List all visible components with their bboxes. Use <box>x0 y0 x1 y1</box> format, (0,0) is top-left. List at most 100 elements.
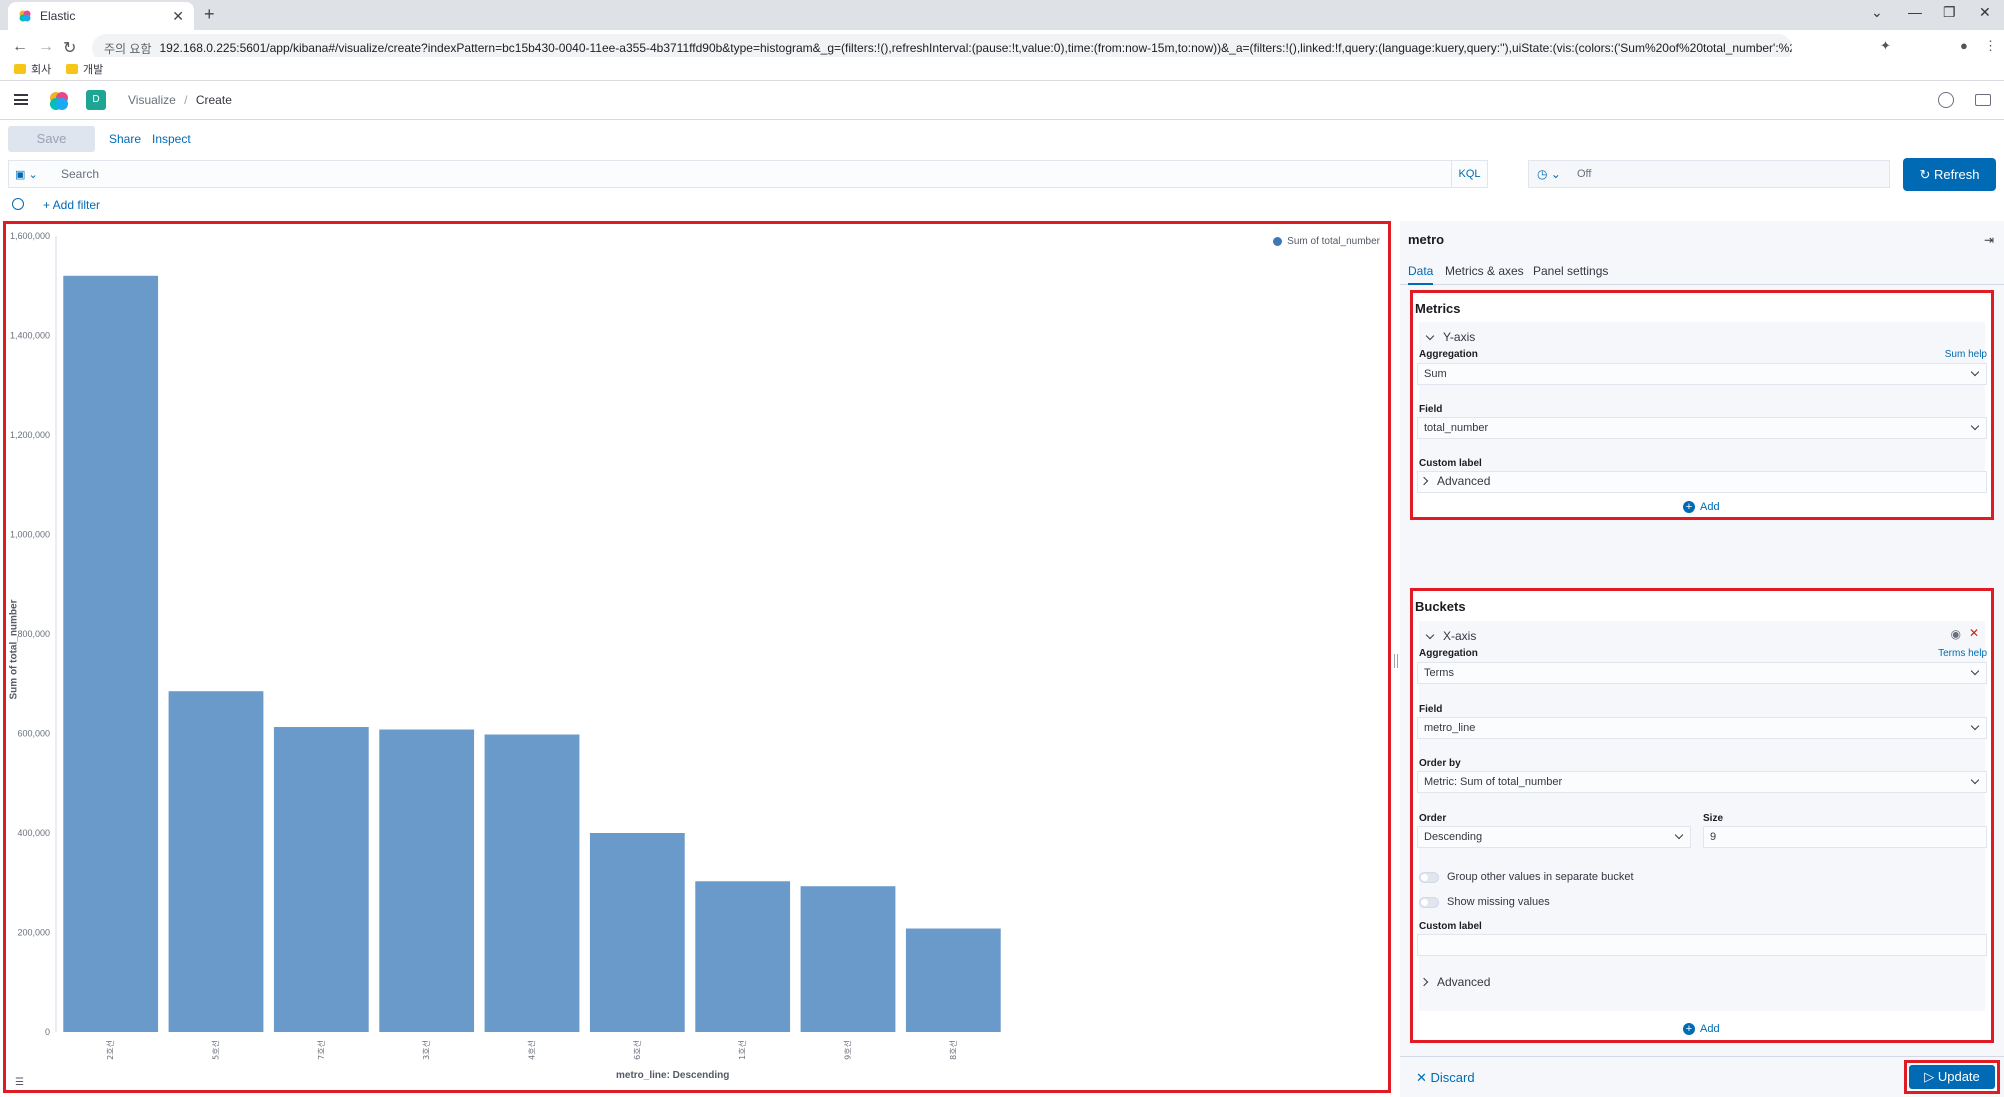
chart-legend[interactable]: Sum of total_number <box>1273 236 1380 247</box>
y-tick-label: 400,000 <box>17 828 50 838</box>
aggregation-select[interactable]: Sum <box>1417 363 1987 385</box>
security-warning[interactable]: 주의 요함 <box>104 40 152 57</box>
legend-color-dot <box>1273 237 1283 246</box>
inspect-link[interactable]: Inspect <box>152 132 191 146</box>
custom-label-input[interactable] <box>1417 934 1987 956</box>
browser-tab[interactable]: Elastic ✕ <box>8 2 194 30</box>
x-tick-label: 6호선 <box>633 1040 642 1060</box>
chart-panel: 0 200,000 400,000 600,000 800,000 1,000,000 1,… <box>3 221 1391 1093</box>
restore-icon[interactable]: ❐ <box>1943 4 1956 21</box>
elastic-logo-icon[interactable] <box>48 90 70 112</box>
bar[interactable] <box>589 833 685 1032</box>
plus-icon: + <box>1683 1023 1695 1035</box>
order-select[interactable]: Descending <box>1417 826 1691 848</box>
panel-resize-handle[interactable] <box>1394 654 1398 668</box>
saved-query-icon[interactable]: ▣ ⌄ <box>15 168 38 181</box>
refresh-button[interactable]: ↻ Refresh <box>1903 158 1996 191</box>
tab-metrics-axes[interactable]: Metrics & axes <box>1445 264 1524 278</box>
eye-icon[interactable]: ◉ <box>1951 627 1961 641</box>
aggregation-label: Aggregation <box>1419 648 1478 659</box>
forward-icon[interactable]: → <box>38 38 54 56</box>
bar-chart: 0 200,000 400,000 600,000 800,000 1,000,000 1,… <box>10 231 1001 1060</box>
extensions-icon[interactable]: ✦ <box>1880 38 1891 54</box>
discard-button[interactable]: ✕ Discard <box>1416 1070 1475 1086</box>
url-text: 192.168.0.225:5601/app/kibana#/visualize… <box>159 41 1793 55</box>
new-tab-button[interactable]: + <box>204 4 215 25</box>
x-axis-toggle[interactable]: X-axis <box>1425 629 1476 643</box>
update-button[interactable]: ▷ Update <box>1909 1065 1995 1089</box>
breadcrumb-visualize[interactable]: Visualize <box>128 93 176 107</box>
folder-icon <box>14 64 26 74</box>
y-tick-label: 200,000 <box>17 928 50 938</box>
tab-data[interactable]: Data <box>1408 264 1434 285</box>
field-select[interactable]: metro_line <box>1417 717 1987 739</box>
clock-icon[interactable]: ◷ ⌄ <box>1537 167 1561 181</box>
close-tab-icon[interactable]: ✕ <box>172 8 184 25</box>
terms-help-link[interactable]: Terms help <box>1938 648 1987 659</box>
add-metric-button[interactable]: + Add <box>1683 501 1720 513</box>
y-axis-agg: Y-axis <box>1419 322 1985 493</box>
bar[interactable] <box>905 928 1001 1032</box>
add-bucket-button[interactable]: + Add <box>1683 1023 1720 1035</box>
bookmark-folder-dev[interactable]: 개발 <box>66 61 103 77</box>
plus-icon: + <box>1683 501 1695 513</box>
close-window-icon[interactable]: ✕ <box>1979 4 1991 21</box>
advanced-toggle[interactable]: Advanced <box>1419 975 1490 989</box>
y-tick-label: 600,000 <box>17 729 50 739</box>
sum-help-link[interactable]: Sum help <box>1945 349 1987 360</box>
legend-toggle-icon[interactable]: ☰ <box>15 1077 27 1088</box>
mail-icon[interactable] <box>1975 94 1991 106</box>
save-button[interactable]: Save <box>8 126 95 152</box>
group-other-toggle[interactable] <box>1419 871 1439 883</box>
search-input[interactable]: Search <box>61 167 99 181</box>
profile-icon[interactable]: ● <box>1960 38 1968 53</box>
y-tick-label: 1,000,000 <box>10 530 50 540</box>
bar[interactable] <box>695 881 791 1032</box>
bookmark-folder-company[interactable]: 회사 <box>14 61 51 77</box>
aggregation-select[interactable]: Terms <box>1417 662 1987 684</box>
bar[interactable] <box>273 727 369 1032</box>
bar[interactable] <box>484 734 580 1032</box>
space-avatar[interactable]: D <box>86 90 106 110</box>
x-tick-label: 7호선 <box>317 1040 326 1060</box>
kql-toggle-button[interactable]: KQL <box>1451 161 1487 187</box>
tab-panel-settings[interactable]: Panel settings <box>1533 264 1608 278</box>
refresh-icon: ↻ <box>1919 167 1934 182</box>
chevron-down-icon <box>1970 367 1980 377</box>
bar[interactable] <box>168 691 264 1032</box>
size-label: Size <box>1703 813 1724 824</box>
field-select[interactable]: total_number <box>1417 417 1987 439</box>
refresh-interval-picker[interactable]: ◷ ⌄ Off <box>1528 160 1890 188</box>
help-icon[interactable] <box>1938 92 1954 108</box>
minimize-icon[interactable]: — <box>1908 4 1922 20</box>
reload-icon[interactable]: ↻ <box>63 38 76 58</box>
y-tick-label: 1,200,000 <box>10 430 50 440</box>
collapse-sidebar-icon[interactable]: ⇥ <box>1984 233 1994 247</box>
chevron-down-icon <box>1970 721 1980 731</box>
remove-icon[interactable]: ✕ <box>1969 626 1979 640</box>
order-label: Order <box>1419 813 1447 824</box>
bar[interactable] <box>63 275 159 1032</box>
more-menu-icon[interactable]: ⋮ <box>1984 38 1997 54</box>
back-icon[interactable]: ← <box>12 38 28 56</box>
index-pattern-title: metro <box>1408 232 1445 247</box>
y-tick-label: 800,000 <box>17 629 50 639</box>
bar[interactable] <box>379 729 475 1032</box>
order-by-label: Order by <box>1419 758 1461 769</box>
y-axis-toggle[interactable]: Y-axis <box>1425 330 1475 344</box>
add-filter-button[interactable]: + Add filter <box>43 198 100 212</box>
browser-tab-title: Elastic <box>40 9 76 23</box>
size-input[interactable]: 9 <box>1703 826 1987 848</box>
menu-icon[interactable] <box>14 94 28 105</box>
chevron-down-icon[interactable]: ⌄ <box>1871 4 1883 21</box>
custom-label-input[interactable] <box>1417 471 1987 493</box>
field-label: Field <box>1419 404 1443 415</box>
filter-options-icon[interactable] <box>12 198 24 210</box>
share-link[interactable]: Share <box>109 132 141 146</box>
order-by-select[interactable]: Metric: Sum of total_number <box>1417 771 1987 793</box>
bar[interactable] <box>800 886 896 1032</box>
show-missing-toggle[interactable] <box>1419 896 1439 908</box>
advanced-toggle[interactable]: Advanced <box>1419 474 1490 488</box>
chevron-right-icon <box>1419 476 1429 486</box>
kibana-header: D Visualize / Create <box>0 82 2004 120</box>
